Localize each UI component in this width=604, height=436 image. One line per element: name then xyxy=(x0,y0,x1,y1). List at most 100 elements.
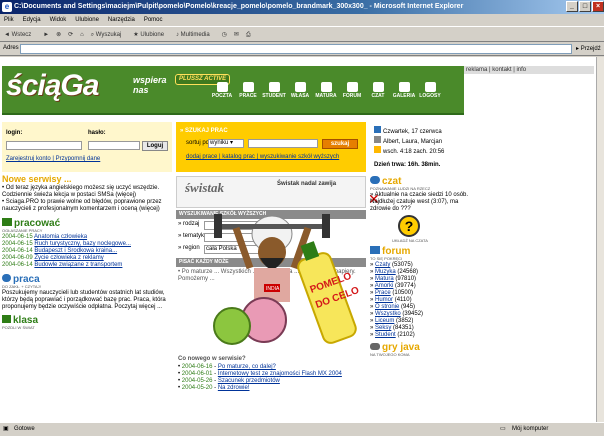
forum-name[interactable]: Prace xyxy=(375,290,391,296)
document-icon xyxy=(242,82,254,92)
forum-count: (4110) xyxy=(394,297,412,303)
news-item[interactable]: • Od teraz języka angielskiego możesz si… xyxy=(2,185,172,199)
forum-item[interactable]: » Humor (4110) xyxy=(370,297,596,304)
forum-name[interactable]: Amorki xyxy=(375,283,394,289)
sun-icon xyxy=(374,146,381,153)
site-top-links[interactable]: reklama | kontakt | info xyxy=(466,66,526,74)
refresh-icon[interactable]: ⟳ xyxy=(68,32,73,38)
menu-view[interactable]: Widok xyxy=(50,17,67,23)
nav-student[interactable]: STUDENT xyxy=(262,82,286,99)
site-logo[interactable]: ściąGa xyxy=(6,71,99,101)
nav-poczta[interactable]: POCZTA xyxy=(210,82,234,99)
menu-help[interactable]: Pomoc xyxy=(144,17,163,23)
list-item[interactable]: • 2004-06-16 - Po maturze, co dalej? xyxy=(178,364,364,371)
pomelo-promo-overlay[interactable]: INDIA POMELO DO CELO ✕ xyxy=(202,188,392,358)
maximize-button[interactable]: □ xyxy=(579,1,591,12)
forum-name[interactable]: Czaty xyxy=(375,262,390,268)
item-link[interactable]: Anatomia człowieka xyxy=(34,234,87,240)
nav-logosy[interactable]: LOGOSY xyxy=(418,82,442,99)
login-button[interactable]: Loguj xyxy=(142,141,168,151)
list-item[interactable]: 2004-06-14 Budapeszt i Środkowa kraina..… xyxy=(2,248,172,255)
search-button[interactable]: szukaj xyxy=(322,139,358,149)
nav-forum[interactable]: FORUM xyxy=(340,82,364,99)
pracowac-title[interactable]: pracować xyxy=(2,218,172,229)
forum-item[interactable]: » Wszystko (39452) xyxy=(370,311,596,318)
forum-item[interactable]: » Liceum (3852) xyxy=(370,318,596,325)
list-item[interactable]: 2004-06-15 Ruch turystyczny, bazy nocleg… xyxy=(2,241,172,248)
forum-name[interactable]: Wszystko xyxy=(375,311,401,317)
stop-icon[interactable]: ⊗ xyxy=(56,32,61,38)
item-link[interactable]: Życie człowieka z reklamy xyxy=(34,255,103,261)
list-item[interactable]: • 2004-05-20 - Na zdrowie! xyxy=(178,385,364,392)
menu-tools[interactable]: Narzędzia xyxy=(108,17,135,23)
item-link[interactable]: Budapeszt i Środkowa kraina... xyxy=(34,248,117,254)
klasa-title[interactable]: klasa xyxy=(2,315,172,326)
list-item[interactable]: • 2004-05-26 - Szacunek przedmiotów xyxy=(178,378,364,385)
forum-item[interactable]: » Muzyka (24568) xyxy=(370,269,596,276)
nav-matura[interactable]: MATURA xyxy=(314,82,338,99)
forum-title[interactable]: forum xyxy=(370,246,596,257)
forum-item[interactable]: » Czaty (53075) xyxy=(370,262,596,269)
item-link[interactable]: Budowle związane z transportem xyxy=(34,262,122,268)
forum-name[interactable]: Matura xyxy=(375,276,394,282)
nav-galeria[interactable]: GALERIA xyxy=(392,82,416,99)
forum-name[interactable]: Muzyka xyxy=(375,269,396,275)
chat-question-icon[interactable]: ? xyxy=(398,215,420,237)
search-button[interactable]: ⌕ Wyszukaj xyxy=(91,32,127,38)
close-button[interactable]: × xyxy=(592,1,604,12)
news-item[interactable]: • Sciaga.PRO to prawie wolne od błędów, … xyxy=(2,199,172,213)
print-icon[interactable]: ⎙ xyxy=(246,32,251,38)
forum-count: (39774) xyxy=(395,283,416,289)
gry-title[interactable]: gry java xyxy=(370,343,596,353)
sort-select[interactable]: wyniku ▾ xyxy=(208,139,244,148)
search-heading: » SZUKAJ PRAC xyxy=(180,128,228,134)
minimize-button[interactable]: _ xyxy=(566,1,578,12)
czat-title[interactable]: czat xyxy=(370,176,596,187)
forum-count: (39452) xyxy=(402,311,424,317)
menu-edit[interactable]: Edycja xyxy=(23,17,41,23)
forum-name[interactable]: Student xyxy=(375,332,396,338)
forward-button[interactable]: ► xyxy=(43,32,49,38)
address-input[interactable] xyxy=(20,44,572,54)
list-item[interactable]: 2004-06-09 Życie człowieka z reklamy xyxy=(2,255,172,262)
forum-item[interactable]: » Prace (10500) xyxy=(370,290,596,297)
back-button[interactable]: ◄ Wstecz xyxy=(4,32,36,38)
login-links[interactable]: Zarejestruj konto | Przypomnij dane xyxy=(6,156,100,162)
item-link[interactable]: Szacunek przedmiotów xyxy=(218,378,280,384)
go-label: Przejdź xyxy=(580,46,601,52)
home-icon[interactable]: ⌂ xyxy=(80,32,84,38)
media-button[interactable]: ♪ Multimedia xyxy=(176,32,215,38)
item-link[interactable]: Ruch turystyczny, bazy noclegowe... xyxy=(34,241,131,247)
forum-item[interactable]: » Amorki (39774) xyxy=(370,283,596,290)
password-input[interactable] xyxy=(88,141,140,150)
mail-icon[interactable]: ✉ xyxy=(234,32,239,38)
nav-wlasa[interactable]: WŁASA xyxy=(288,82,312,99)
forum-item[interactable]: » Student (2102) xyxy=(370,332,596,339)
forum-name[interactable]: Humor xyxy=(375,297,393,303)
forum-item[interactable]: » Matura (97810) xyxy=(370,276,596,283)
item-link[interactable]: Po maturze, co dalej? xyxy=(218,364,276,370)
login-input[interactable] xyxy=(6,141,82,150)
favorites-button[interactable]: ★ Ulubione xyxy=(133,32,169,38)
forum-name[interactable]: O stronie xyxy=(375,304,399,310)
sort-value: wyniku xyxy=(210,140,229,146)
forum-item[interactable]: » O stronie (945) xyxy=(370,304,596,311)
vertical-scrollbar[interactable] xyxy=(596,57,604,422)
forum-item[interactable]: » Seksy (84351) xyxy=(370,325,596,332)
nav-prace[interactable]: PRACE xyxy=(236,82,260,99)
list-item[interactable]: 2004-06-15 Anatomia człowieka xyxy=(2,234,172,241)
praca-title[interactable]: praca xyxy=(2,274,172,285)
list-item[interactable]: • 2004-06-01 - Internetowy test ze znajo… xyxy=(178,371,364,378)
search-input[interactable] xyxy=(248,139,318,148)
menu-favorites[interactable]: Ulubione xyxy=(75,17,99,23)
forum-name[interactable]: Liceum xyxy=(375,318,394,324)
menu-file[interactable]: Plik xyxy=(4,17,14,23)
go-button[interactable]: ▸ Przejdź xyxy=(576,45,601,52)
search-links[interactable]: dodaj prace | katalog prac | wyszukiwani… xyxy=(186,154,339,160)
forum-name[interactable]: Seksy xyxy=(375,325,391,331)
nav-czat[interactable]: CZAT xyxy=(366,82,390,99)
list-item[interactable]: 2004-06-14 Budowle związane z transporte… xyxy=(2,262,172,269)
item-link[interactable]: Na zdrowie! xyxy=(218,385,250,391)
history-icon[interactable]: ◷ xyxy=(222,32,227,38)
item-link[interactable]: Internetowy test ze znajomości Flash MX … xyxy=(218,371,342,377)
